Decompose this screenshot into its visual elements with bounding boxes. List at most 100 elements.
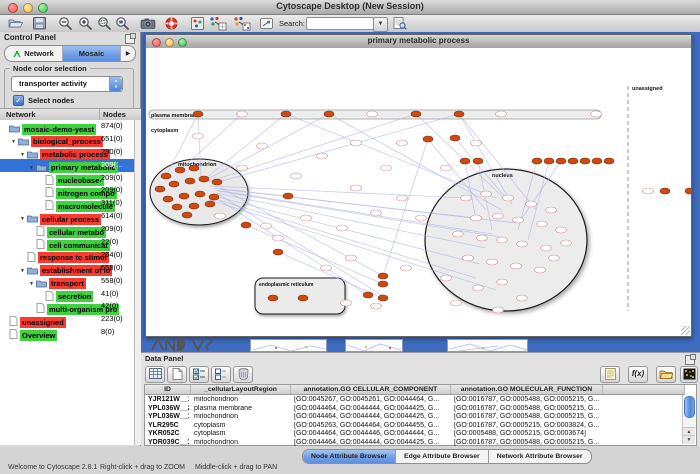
attribute-table-icon[interactable] [145, 366, 165, 383]
network-node[interactable] [541, 245, 552, 251]
save-icon[interactable] [32, 16, 48, 31]
tree-row[interactable]: ▼cellular process614(0) [0, 210, 134, 223]
tree-row[interactable]: secretion41(0) [0, 288, 134, 301]
network-canvas[interactable]: plasma membrane cytoplasm mitochondrion … [146, 48, 691, 336]
network-node[interactable] [401, 265, 412, 271]
network-node[interactable] [381, 165, 392, 171]
tree-row[interactable]: unassigned223(0) [0, 313, 134, 326]
annotation-icon[interactable] [259, 16, 275, 31]
float-panel-icon[interactable] [125, 34, 135, 44]
selected-network-node[interactable] [179, 193, 189, 199]
tree-row[interactable]: cellular metabo209(0) [0, 223, 134, 236]
column-header-region[interactable]: _cellularLayoutRegion [191, 385, 291, 395]
selected-network-node[interactable] [163, 196, 173, 202]
selected-network-node[interactable] [592, 158, 602, 164]
selected-network-node[interactable] [205, 201, 215, 207]
selected-network-node[interactable] [175, 167, 185, 173]
zoom-out-icon[interactable] [58, 16, 74, 31]
apply-layout-1-icon[interactable] [209, 16, 225, 31]
window-resize-grip[interactable] [681, 326, 690, 335]
search-dropdown-button[interactable]: ▼ [373, 17, 388, 32]
expand-arrow-icon[interactable]: ▼ [20, 268, 27, 274]
selected-network-node[interactable] [195, 191, 205, 197]
network-node[interactable] [471, 140, 482, 146]
selected-network-node[interactable] [283, 193, 293, 199]
network-node[interactable] [321, 265, 332, 271]
selected-network-node[interactable] [378, 281, 388, 287]
formula-builder-icon[interactable]: f(x) [628, 366, 648, 383]
network-node[interactable] [337, 225, 348, 231]
selected-network-node[interactable] [685, 188, 691, 194]
new-attribute-icon[interactable] [167, 366, 187, 383]
selected-network-node[interactable] [568, 158, 578, 164]
network-node[interactable] [537, 221, 548, 227]
apply-layout-2-icon[interactable] [233, 16, 249, 31]
selected-network-node[interactable] [378, 273, 388, 279]
network-node[interactable] [397, 140, 408, 146]
tree-header-network[interactable]: Network [6, 110, 36, 119]
view-settings-icon[interactable] [190, 16, 206, 31]
selected-network-node[interactable] [324, 111, 334, 117]
network-node[interactable] [556, 227, 567, 233]
expand-arrow-icon[interactable]: ▼ [20, 216, 27, 222]
attribute-editor-icon[interactable] [600, 366, 620, 383]
tree-row[interactable]: mosaic-demo-yeast874(0) [0, 120, 134, 133]
selected-network-node[interactable] [193, 111, 203, 117]
import-attributes-icon[interactable] [656, 366, 676, 383]
tree-scrollbar[interactable] [134, 120, 141, 445]
network-node[interactable] [497, 237, 508, 243]
network-node[interactable] [453, 231, 464, 237]
table-row[interactable]: YKR052Ccytoplasm[GO:0044464, GO:0044446,… [145, 430, 681, 439]
unselect-attributes-icon[interactable] [211, 366, 231, 383]
selected-network-node[interactable] [273, 249, 283, 255]
network-node[interactable] [549, 255, 560, 261]
scroll-down-arrow[interactable]: ▼ [683, 435, 695, 444]
network-node[interactable] [561, 240, 572, 246]
network-node[interactable] [517, 295, 528, 301]
selected-network-node[interactable] [532, 158, 542, 164]
network-node[interactable] [546, 207, 557, 213]
network-node[interactable] [513, 217, 524, 223]
network-node[interactable] [496, 111, 507, 117]
network-node[interactable] [463, 255, 474, 261]
network-node[interactable] [461, 195, 472, 201]
scrollbar-thumb[interactable] [684, 396, 695, 418]
column-header-molecular-function[interactable]: annotation.GO MOLECULAR_FUNCTION [451, 385, 603, 395]
network-node[interactable] [471, 215, 482, 221]
selected-network-node[interactable] [212, 179, 222, 185]
snapshot-icon[interactable] [140, 16, 156, 31]
network-node[interactable] [451, 300, 462, 306]
network-node[interactable] [351, 140, 362, 146]
network-node[interactable] [416, 215, 427, 221]
advanced-search-icon[interactable] [392, 16, 408, 31]
tree-row[interactable]: ▼primary metabolic209(... [0, 159, 134, 172]
tab-edge-attribute-browser[interactable]: Edge Attribute Browser [396, 450, 489, 463]
selected-network-node[interactable] [298, 295, 308, 301]
network-node[interactable] [441, 165, 452, 171]
table-row[interactable]: YPL036W__2plasma membrane[GO:0044464, GO… [145, 405, 681, 414]
selected-network-node[interactable] [185, 178, 195, 184]
selected-network-node[interactable] [454, 111, 464, 117]
network-node[interactable] [291, 173, 302, 179]
tree-row[interactable]: ▼metabolic process280(0) [0, 146, 134, 159]
table-vertical-scrollbar[interactable]: ▲ ▼ [682, 395, 695, 444]
search-input[interactable] [306, 17, 374, 30]
selected-network-node[interactable] [189, 203, 199, 209]
help-icon[interactable] [164, 16, 180, 31]
network-node[interactable] [643, 188, 654, 194]
selected-network-node[interactable] [155, 186, 165, 192]
network-node[interactable] [493, 307, 504, 313]
network-node[interactable] [497, 279, 508, 285]
tab-network-attribute-browser[interactable]: Network Attribute Browser [489, 450, 591, 463]
selected-network-node[interactable] [580, 158, 590, 164]
expand-arrow-icon[interactable]: ▼ [29, 165, 36, 171]
selected-network-node[interactable] [189, 165, 199, 171]
open-icon[interactable] [8, 16, 24, 31]
network-node[interactable] [261, 223, 272, 229]
network-node[interactable] [535, 267, 546, 273]
tab-overflow-button[interactable]: ▶ [121, 46, 135, 61]
column-header-id[interactable]: ID [145, 385, 191, 395]
network-node[interactable] [346, 255, 357, 261]
tab-mosaic[interactable]: Mosaic [63, 46, 121, 61]
zoom-fit-icon[interactable] [115, 16, 131, 31]
